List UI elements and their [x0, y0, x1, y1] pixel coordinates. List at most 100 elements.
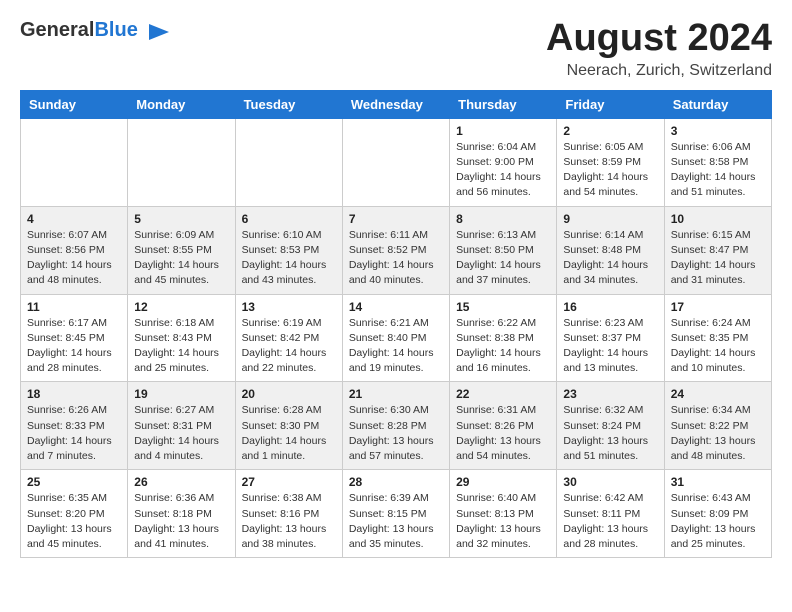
day-number: 20	[242, 387, 336, 401]
day-number: 4	[27, 212, 121, 226]
day-info: Sunrise: 6:30 AMSunset: 8:28 PMDaylight:…	[349, 403, 443, 464]
weekday-header-sunday: Sunday	[21, 90, 128, 118]
day-number: 1	[456, 124, 550, 138]
title-block: August 2024 Neerach, Zurich, Switzerland	[546, 18, 772, 80]
weekday-header-row: SundayMondayTuesdayWednesdayThursdayFrid…	[21, 90, 772, 118]
calendar-cell: 3 Sunrise: 6:06 AMSunset: 8:58 PMDaylight…	[664, 118, 771, 206]
calendar-week-row: 11 Sunrise: 6:17 AMSunset: 8:45 PMDayligh…	[21, 294, 772, 382]
day-info: Sunrise: 6:06 AMSunset: 8:58 PMDaylight:…	[671, 140, 765, 201]
day-info: Sunrise: 6:26 AMSunset: 8:33 PMDaylight:…	[27, 403, 121, 464]
day-number: 6	[242, 212, 336, 226]
day-info: Sunrise: 6:32 AMSunset: 8:24 PMDaylight:…	[563, 403, 657, 464]
day-info: Sunrise: 6:34 AMSunset: 8:22 PMDaylight:…	[671, 403, 765, 464]
day-info: Sunrise: 6:27 AMSunset: 8:31 PMDaylight:…	[134, 403, 228, 464]
day-number: 30	[563, 475, 657, 489]
day-info: Sunrise: 6:10 AMSunset: 8:53 PMDaylight:…	[242, 228, 336, 289]
logo: GeneralBlue	[20, 18, 173, 46]
calendar-cell: 16Sunrise: 6:23 AMSunset: 8:37 PMDayligh…	[557, 294, 664, 382]
calendar-cell: 6 Sunrise: 6:10 AMSunset: 8:53 PMDaylight…	[235, 206, 342, 294]
calendar-cell: 5 Sunrise: 6:09 AMSunset: 8:55 PMDaylight…	[128, 206, 235, 294]
day-number: 3	[671, 124, 765, 138]
day-number: 29	[456, 475, 550, 489]
calendar-cell: 14 Sunrise: 6:21 AMSunset: 8:40 PMDayligh…	[342, 294, 449, 382]
day-info: Sunrise: 6:40 AMSunset: 8:13 PMDaylight:…	[456, 491, 550, 552]
logo-blue-text: Blue	[94, 19, 137, 41]
day-number: 8	[456, 212, 550, 226]
calendar-week-row: 18 Sunrise: 6:26 AMSunset: 8:33 PMDayligh…	[21, 382, 772, 470]
calendar-cell	[342, 118, 449, 206]
calendar-cell: 8 Sunrise: 6:13 AMSunset: 8:50 PMDaylight…	[450, 206, 557, 294]
calendar-cell: 9 Sunrise: 6:14 AMSunset: 8:48 PMDaylight…	[557, 206, 664, 294]
day-info: Sunrise: 6:43 AMSunset: 8:09 PMDaylight:…	[671, 491, 765, 552]
day-info: Sunrise: 6:13 AMSunset: 8:50 PMDaylight:…	[456, 228, 550, 289]
calendar-cell: 28 Sunrise: 6:39 AMSunset: 8:15 PMDayligh…	[342, 470, 449, 558]
calendar-cell: 4 Sunrise: 6:07 AMSunset: 8:56 PMDaylight…	[21, 206, 128, 294]
day-number: 24	[671, 387, 765, 401]
logo-general-text: General	[20, 19, 94, 41]
calendar-cell: 10Sunrise: 6:15 AMSunset: 8:47 PMDayligh…	[664, 206, 771, 294]
day-info: Sunrise: 6:31 AMSunset: 8:26 PMDaylight:…	[456, 403, 550, 464]
day-number: 13	[242, 300, 336, 314]
calendar-cell: 23 Sunrise: 6:32 AMSunset: 8:24 PMDayligh…	[557, 382, 664, 470]
calendar-cell: 13 Sunrise: 6:19 AMSunset: 8:42 PMDayligh…	[235, 294, 342, 382]
day-info: Sunrise: 6:42 AMSunset: 8:11 PMDaylight:…	[563, 491, 657, 552]
calendar-cell: 12 Sunrise: 6:18 AMSunset: 8:43 PMDayligh…	[128, 294, 235, 382]
day-number: 14	[349, 300, 443, 314]
day-number: 19	[134, 387, 228, 401]
day-number: 12	[134, 300, 228, 314]
calendar-table: SundayMondayTuesdayWednesdayThursdayFrid…	[20, 90, 772, 558]
weekday-header-monday: Monday	[128, 90, 235, 118]
calendar-cell: 19 Sunrise: 6:27 AMSunset: 8:31 PMDayligh…	[128, 382, 235, 470]
logo-icon	[145, 18, 173, 46]
day-info: Sunrise: 6:18 AMSunset: 8:43 PMDaylight:…	[134, 316, 228, 377]
calendar-cell	[235, 118, 342, 206]
calendar-cell: 26Sunrise: 6:36 AMSunset: 8:18 PMDayligh…	[128, 470, 235, 558]
day-number: 28	[349, 475, 443, 489]
day-info: Sunrise: 6:09 AMSunset: 8:55 PMDaylight:…	[134, 228, 228, 289]
calendar-week-row: 25 Sunrise: 6:35 AMSunset: 8:20 PMDayligh…	[21, 470, 772, 558]
header: GeneralBlue August 2024 Neerach, Zurich,…	[20, 18, 772, 80]
day-info: Sunrise: 6:17 AMSunset: 8:45 PMDaylight:…	[27, 316, 121, 377]
calendar-week-row: 4 Sunrise: 6:07 AMSunset: 8:56 PMDaylight…	[21, 206, 772, 294]
day-info: Sunrise: 6:11 AMSunset: 8:52 PMDaylight:…	[349, 228, 443, 289]
location: Neerach, Zurich, Switzerland	[546, 62, 772, 80]
calendar-cell: 31Sunrise: 6:43 AMSunset: 8:09 PMDayligh…	[664, 470, 771, 558]
day-info: Sunrise: 6:07 AMSunset: 8:56 PMDaylight:…	[27, 228, 121, 289]
day-number: 17	[671, 300, 765, 314]
page: GeneralBlue August 2024 Neerach, Zurich,…	[0, 0, 792, 576]
day-number: 18	[27, 387, 121, 401]
day-info: Sunrise: 6:39 AMSunset: 8:15 PMDaylight:…	[349, 491, 443, 552]
day-number: 2	[563, 124, 657, 138]
day-info: Sunrise: 6:24 AMSunset: 8:35 PMDaylight:…	[671, 316, 765, 377]
calendar-cell: 22 Sunrise: 6:31 AMSunset: 8:26 PMDayligh…	[450, 382, 557, 470]
calendar-cell: 7Sunrise: 6:11 AMSunset: 8:52 PMDaylight…	[342, 206, 449, 294]
calendar-cell	[128, 118, 235, 206]
day-info: Sunrise: 6:36 AMSunset: 8:18 PMDaylight:…	[134, 491, 228, 552]
day-number: 5	[134, 212, 228, 226]
day-number: 9	[563, 212, 657, 226]
day-number: 21	[349, 387, 443, 401]
calendar-cell: 11 Sunrise: 6:17 AMSunset: 8:45 PMDayligh…	[21, 294, 128, 382]
day-number: 11	[27, 300, 121, 314]
day-number: 22	[456, 387, 550, 401]
day-info: Sunrise: 6:35 AMSunset: 8:20 PMDaylight:…	[27, 491, 121, 552]
weekday-header-thursday: Thursday	[450, 90, 557, 118]
day-number: 23	[563, 387, 657, 401]
day-number: 25	[27, 475, 121, 489]
day-info: Sunrise: 6:04 AMSunset: 9:00 PMDaylight:…	[456, 140, 550, 201]
calendar-cell: 27Sunrise: 6:38 AMSunset: 8:16 PMDayligh…	[235, 470, 342, 558]
weekday-header-friday: Friday	[557, 90, 664, 118]
day-info: Sunrise: 6:28 AMSunset: 8:30 PMDaylight:…	[242, 403, 336, 464]
day-info: Sunrise: 6:14 AMSunset: 8:48 PMDaylight:…	[563, 228, 657, 289]
calendar-cell: 29 Sunrise: 6:40 AMSunset: 8:13 PMDayligh…	[450, 470, 557, 558]
day-info: Sunrise: 6:19 AMSunset: 8:42 PMDaylight:…	[242, 316, 336, 377]
day-info: Sunrise: 6:23 AMSunset: 8:37 PMDaylight:…	[563, 316, 657, 377]
calendar-cell: 1 Sunrise: 6:04 AMSunset: 9:00 PMDaylight…	[450, 118, 557, 206]
calendar-cell	[21, 118, 128, 206]
day-info: Sunrise: 6:21 AMSunset: 8:40 PMDaylight:…	[349, 316, 443, 377]
day-number: 10	[671, 212, 765, 226]
month-year: August 2024	[546, 18, 772, 60]
calendar-cell: 2Sunrise: 6:05 AMSunset: 8:59 PMDaylight…	[557, 118, 664, 206]
day-number: 27	[242, 475, 336, 489]
calendar-cell: 15Sunrise: 6:22 AMSunset: 8:38 PMDayligh…	[450, 294, 557, 382]
